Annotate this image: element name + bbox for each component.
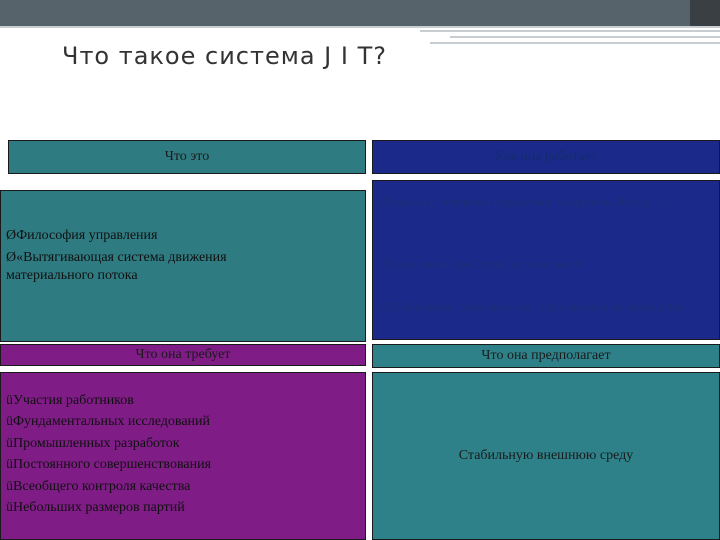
header-what-it-assumes-label: Что она предполагает — [481, 348, 611, 363]
top-corner-block — [690, 0, 720, 26]
page-title: Что такое система J I T? — [62, 42, 387, 70]
header-what-it-is: Что это — [8, 140, 366, 174]
requires-item-3: üПромышленных разработок — [6, 436, 180, 451]
requires-item-5: üВсеобщего контроля качества — [6, 479, 191, 494]
how-it-works-item-3: ØДобавление рациональной организации про… — [378, 299, 685, 314]
requires-item-4: üПостоянного совершенствования — [6, 457, 212, 472]
what-it-is-item-2: Ø«Вытягивающая система движения материал… — [6, 250, 227, 283]
top-decorative-band — [0, 0, 720, 26]
header-what-it-assumes: Что она предполагает — [372, 344, 720, 368]
header-what-it-is-label: Что это — [164, 149, 210, 164]
what-it-is-item-1: ØФилософия управления — [6, 228, 158, 243]
requires-item-6: üНебольших размеров партий — [6, 500, 185, 515]
decorative-lines — [420, 30, 720, 48]
top-divider — [0, 26, 720, 28]
how-it-works-item-2: ØВыявление проблемы и узких мест — [378, 256, 582, 271]
assumes-panel: Стабильную внешнюю среду — [372, 372, 720, 540]
header-how-it-works: Как она работает — [372, 140, 720, 174]
header-what-it-requires: Что она требует — [0, 344, 366, 366]
assumes-text: Стабильную внешнюю среду — [458, 448, 634, 463]
header-how-it-works-label: Как она работает — [495, 149, 597, 164]
how-it-works-item-1: ØБорьба с потерями (хранения, ожидания, … — [378, 194, 669, 209]
header-what-it-requires-label: Что она требует — [135, 347, 231, 362]
requires-item-2: üФундаментальных исследований — [6, 414, 211, 429]
requires-item-1: üУчастия работников — [6, 393, 134, 408]
